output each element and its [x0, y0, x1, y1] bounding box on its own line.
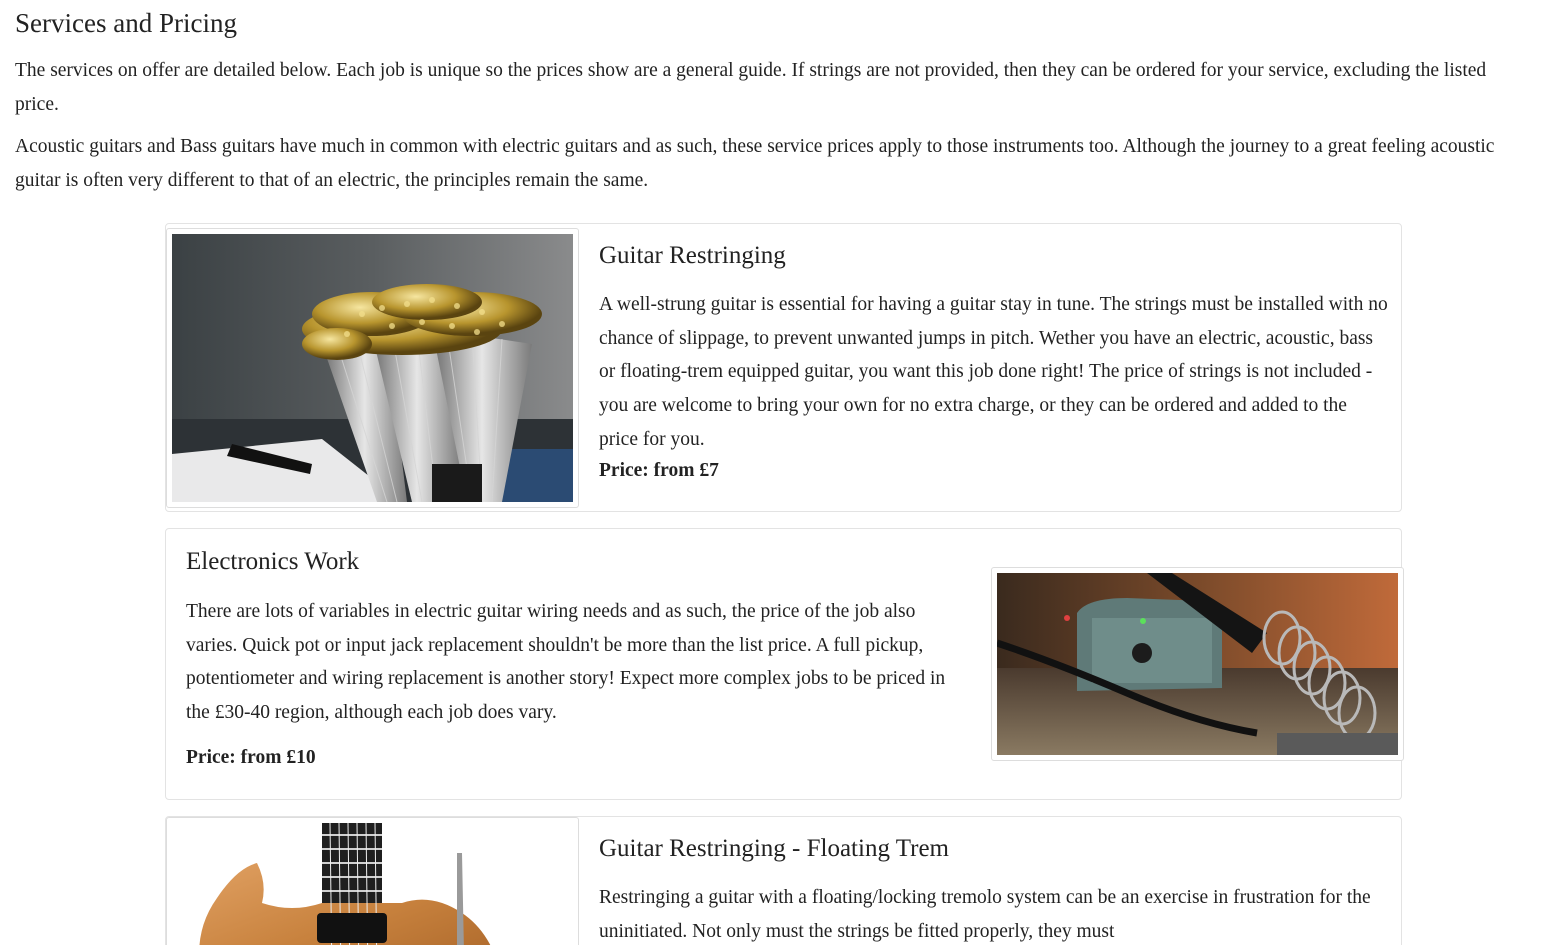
service-title: Guitar Restringing — [599, 242, 786, 269]
soldering-iron-image — [991, 567, 1404, 761]
service-title: Guitar Restringing - Floating Trem — [599, 835, 949, 862]
intro-paragraph: The services on offer are detailed below… — [15, 60, 1487, 115]
intro-paragraph-instruments: Acoustic guitars and Bass guitars have m… — [15, 136, 1495, 191]
service-card-restringing: Guitar Restringing A well-strung guitar … — [165, 223, 1402, 512]
service-card-floating-trem: Guitar Restringing - Floating Trem Restr… — [165, 816, 1402, 945]
service-card-electronics: Electronics Work There are lots of varia… — [165, 528, 1404, 800]
service-price: Price: from £10 — [186, 747, 316, 768]
service-description: There are lots of variables in electric … — [186, 601, 946, 724]
page-title: Services and Pricing — [15, 8, 237, 38]
service-price: Price: from £7 — [599, 460, 719, 481]
service-description: A well-strung guitar is essential for ha… — [599, 294, 1388, 450]
guitar-strings-image — [166, 228, 579, 508]
electric-guitar-image — [166, 817, 579, 945]
service-description: Restringing a guitar with a floating/loc… — [599, 887, 1371, 942]
service-title: Electronics Work — [186, 548, 360, 575]
